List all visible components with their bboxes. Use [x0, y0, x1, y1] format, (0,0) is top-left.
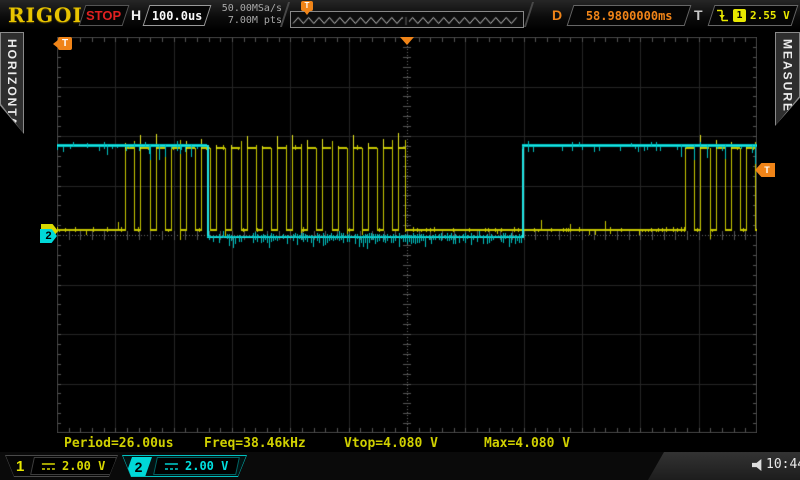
separator — [524, 2, 534, 27]
trigger-section-label: T — [694, 7, 703, 23]
measurement-vtop: Vtop=4.080 V — [344, 436, 438, 451]
tab-horizontal-menu[interactable]: HORIZONTAL — [0, 32, 24, 134]
run-status-indicator[interactable]: STOP — [79, 5, 130, 26]
trigger-info-box[interactable]: 1 2.55 V — [708, 5, 799, 26]
ch1-dc-coupling-icon — [42, 462, 55, 471]
delay-label: D — [552, 7, 562, 23]
timebase-box[interactable]: 100.0us — [143, 5, 212, 26]
falling-edge-icon — [716, 8, 729, 23]
horizontal-scale-label: H — [131, 7, 141, 23]
delay-value: 58.9800000ms — [586, 9, 673, 23]
tab-measure-label: MEASURE — [781, 33, 795, 125]
channel1-number: 1 — [16, 458, 24, 475]
memory-depth: 7.00M pts — [206, 15, 282, 27]
bottom-status-bar — [0, 452, 800, 480]
trigger-position-flag[interactable]: T — [301, 1, 313, 11]
tab-horizontal-label: HORIZONTAL — [5, 33, 19, 133]
trigger-source-badge: 1 — [733, 9, 746, 22]
waveform-display[interactable] — [57, 37, 757, 433]
memory-waveform-icon — [291, 14, 521, 27]
acquisition-info: 50.00MSa/s 7.00M pts — [206, 3, 282, 27]
brand-logo: RIGOL — [8, 3, 88, 27]
trigger-time-marker[interactable]: T — [58, 37, 72, 50]
run-status-label: STOP — [86, 8, 121, 23]
measurement-freq: Freq=38.46kHz — [204, 436, 306, 451]
trigger-level-value: 2.55 V — [750, 9, 790, 22]
timebase-value: 100.0us — [152, 9, 203, 23]
ch2-dc-coupling-icon — [165, 462, 178, 471]
horizontal-position-marker-icon[interactable] — [400, 37, 414, 45]
oscilloscope-screen: RIGOL STOP H 100.0us 50.00MSa/s 7.00M pt… — [0, 0, 800, 480]
channel2-status-block[interactable]: 2 2.00 V — [122, 455, 247, 477]
channel1-status-block[interactable]: 1 2.00 V — [5, 455, 118, 477]
measurement-period: Period=26.00us — [64, 436, 174, 451]
delay-box[interactable]: 58.9800000ms — [567, 5, 692, 26]
measurement-max: Max=4.080 V — [484, 436, 570, 451]
channel2-scale: 2.00 V — [185, 459, 228, 473]
sample-rate: 50.00MSa/s — [206, 3, 282, 15]
tab-measure-menu[interactable]: MEASURE — [775, 32, 800, 126]
trigger-level-marker[interactable]: T — [755, 163, 775, 177]
memory-position-bar[interactable] — [290, 11, 524, 28]
top-status-bar: RIGOL STOP H 100.0us 50.00MSa/s 7.00M pt… — [0, 0, 800, 30]
channel1-scale: 2.00 V — [62, 459, 105, 473]
clock: 10:44 — [766, 457, 800, 472]
